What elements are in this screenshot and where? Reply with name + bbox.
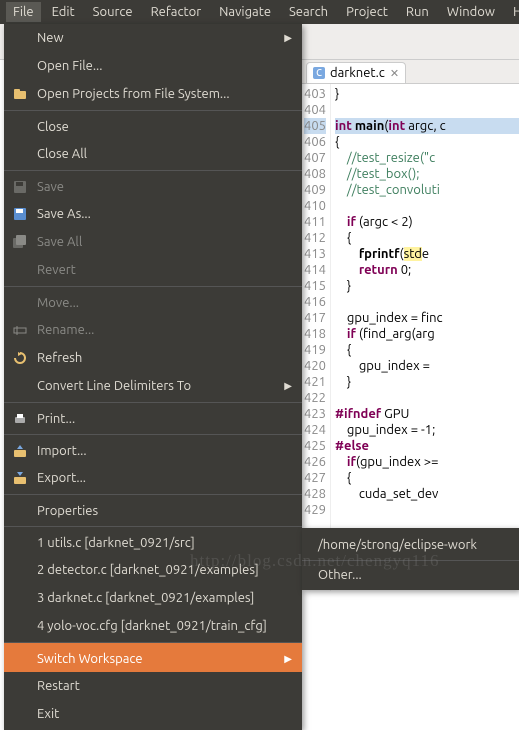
save-all-icon [12,234,28,250]
menubar-refactor[interactable]: Refactor [144,2,209,22]
menu-label: 1 utils.c [darknet_0921/src] [37,536,292,550]
menu-label: 4 yolo-voc.cfg [darknet_0921/train_cfg] [37,619,292,633]
menu-label: Export... [37,471,292,485]
c-file-icon: c [313,67,325,79]
menu-recent-1[interactable]: 1 utils.c [darknet_0921/src] [4,526,302,556]
menu-label: Move... [37,296,292,310]
folder-icon [12,86,28,102]
close-icon[interactable]: ✕ [390,67,399,80]
file-menu: New ▶ Open File... Open Projects from Fil… [4,24,302,730]
menu-properties[interactable]: Properties [4,494,302,524]
menu-recent-3[interactable]: 3 darknet.c [darknet_0921/examples] [4,584,302,612]
refresh-icon [12,350,28,366]
menu-label: Properties [37,504,292,518]
menubar-window[interactable]: Window [440,2,502,22]
print-icon [12,411,28,427]
menu-print[interactable]: Print... [4,402,302,432]
tab-label: darknet.c [330,66,385,80]
menu-recent-4[interactable]: 4 yolo-voc.cfg [darknet_0921/train_cfg] [4,612,302,640]
line-gutter: 4034044054064074084094104114124134144154… [302,84,331,591]
menu-label: Open Projects from File System... [37,87,292,101]
menubar-source[interactable]: Source [86,2,140,22]
menu-label: 3 darknet.c [darknet_0921/examples] [37,591,292,605]
menu-label: 2 detector.c [darknet_0921/examples] [37,563,292,577]
menubar-run[interactable]: Run [399,2,436,22]
tab-darknet-c[interactable]: c darknet.c ✕ [306,62,406,83]
menu-label: Close [37,120,292,134]
menu-convert[interactable]: Convert Line Delimiters To ▶ [4,372,302,400]
import-icon [12,443,28,459]
menu-label: Restart [37,679,292,693]
menu-recent-2[interactable]: 2 detector.c [darknet_0921/examples] [4,556,302,584]
menu-label: Revert [37,263,292,277]
menu-save: Save [4,170,302,200]
menu-close-all[interactable]: Close All [4,140,302,168]
menu-label: Save [37,180,292,194]
menu-switch-workspace[interactable]: Switch Workspace ▶ [4,642,302,672]
menu-revert: Revert [4,256,302,284]
submenu-other[interactable]: Other... [302,560,519,586]
menu-label: New [37,31,275,45]
save-as-icon [12,206,28,222]
menu-import[interactable]: Import... [4,434,302,464]
menu-label: Exit [37,707,292,721]
editor: c darknet.c ✕ 40340440540640740840941041… [302,60,519,591]
menubar: FileEditSourceRefactorNavigateSearchProj… [0,0,519,24]
menu-label: Save All [37,235,292,249]
menubar-edit[interactable]: Edit [45,2,82,22]
menu-save-as[interactable]: Save As... [4,200,302,228]
menu-label: /home/strong/eclipse-work [318,538,509,552]
menu-label: Close All [37,147,292,161]
menu-label: Switch Workspace [37,652,275,666]
menu-label: Refresh [37,351,292,365]
menubar-file[interactable]: File [6,2,41,22]
menu-new[interactable]: New ▶ [4,24,302,52]
menu-restart[interactable]: Restart [4,672,302,700]
menu-label: Convert Line Delimiters To [37,379,275,393]
menubar-help[interactable]: Help [506,2,519,22]
export-icon [12,470,28,486]
menu-label: Open File... [37,59,292,73]
code-area[interactable]: 4034044054064074084094104114124134144154… [302,84,519,591]
svg-text:c: c [316,67,322,79]
chevron-right-icon: ▶ [284,32,292,44]
menubar-navigate[interactable]: Navigate [212,2,278,22]
chevron-right-icon: ▶ [284,380,292,392]
menu-exit[interactable]: Exit [4,700,302,728]
save-icon [12,179,28,195]
code-body[interactable]: }int main(int argc, c{ //test_resize("c … [331,84,519,591]
menu-label: Other... [318,568,509,582]
menu-label: Rename... [37,323,292,337]
menu-refresh[interactable]: Refresh [4,344,302,372]
menu-export[interactable]: Export... [4,464,302,492]
submenu-workspace-path[interactable]: /home/strong/eclipse-work [302,532,519,558]
menu-move: Move... [4,286,302,316]
menubar-search[interactable]: Search [282,2,335,22]
menu-label: Save As... [37,207,292,221]
rename-icon [12,322,28,338]
switch-workspace-submenu: /home/strong/eclipse-work Other... [302,528,519,590]
menubar-project[interactable]: Project [339,2,395,22]
chevron-right-icon: ▶ [284,653,292,665]
menu-close[interactable]: Close [4,110,302,140]
editor-tabs: c darknet.c ✕ [302,60,519,84]
menu-rename: Rename... [4,316,302,344]
menu-open-file[interactable]: Open File... [4,52,302,80]
menu-save-all: Save All [4,228,302,256]
menu-open-projects[interactable]: Open Projects from File System... [4,80,302,108]
menu-label: Import... [37,444,292,458]
menu-label: Print... [37,412,292,426]
